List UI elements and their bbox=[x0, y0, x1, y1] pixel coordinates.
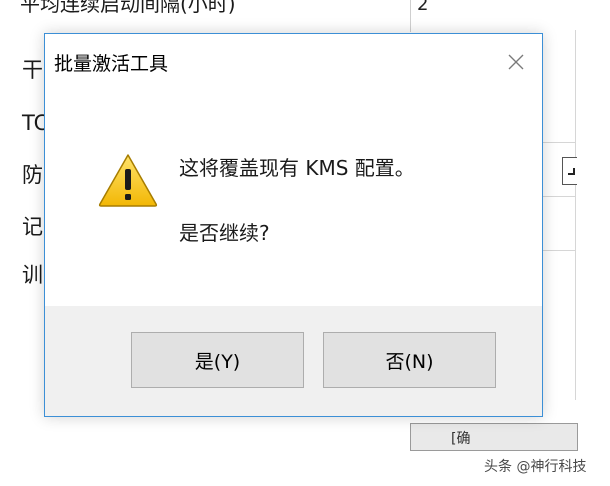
background-row-value: 2 bbox=[417, 0, 429, 15]
background-label-fragment: 干 bbox=[22, 58, 43, 82]
background-divider bbox=[541, 250, 575, 251]
background-cell-divider bbox=[410, 0, 411, 32]
background-dropdown[interactable] bbox=[562, 157, 577, 185]
dialog-message: 这将覆盖现有 KMS 配置。 bbox=[179, 156, 415, 180]
dialog-button-bar: 是(Y) 否(N) bbox=[45, 306, 542, 416]
background-divider bbox=[575, 30, 576, 400]
background-row-label: 平均连续启动间隔(小时) bbox=[20, 0, 236, 16]
background-button-label: [确 bbox=[451, 431, 471, 447]
background-label-fragment: 记 bbox=[22, 215, 43, 239]
confirmation-dialog: 批量激活工具 这将覆盖现有 KMS 配置。 是否继续? 是(Y) 否(N) bbox=[44, 33, 543, 417]
background-label-fragment: 防 bbox=[22, 163, 43, 187]
dialog-titlebar[interactable]: 批量激活工具 bbox=[45, 34, 542, 86]
warning-icon bbox=[98, 154, 158, 207]
background-divider bbox=[541, 196, 575, 197]
close-button[interactable] bbox=[498, 44, 534, 80]
no-button[interactable]: 否(N) bbox=[323, 332, 496, 388]
watermark-text: 头条 @神行科技 bbox=[484, 459, 587, 475]
background-divider bbox=[541, 142, 575, 143]
yes-button[interactable]: 是(Y) bbox=[131, 332, 304, 388]
dialog-question: 是否继续? bbox=[179, 221, 270, 245]
dialog-title: 批量激活工具 bbox=[54, 53, 169, 75]
dialog-content: 这将覆盖现有 KMS 配置。 是否继续? bbox=[45, 86, 542, 306]
background-button[interactable]: [确 bbox=[410, 423, 578, 451]
background-label-fragment: 训 bbox=[22, 263, 43, 287]
close-icon bbox=[508, 54, 524, 70]
